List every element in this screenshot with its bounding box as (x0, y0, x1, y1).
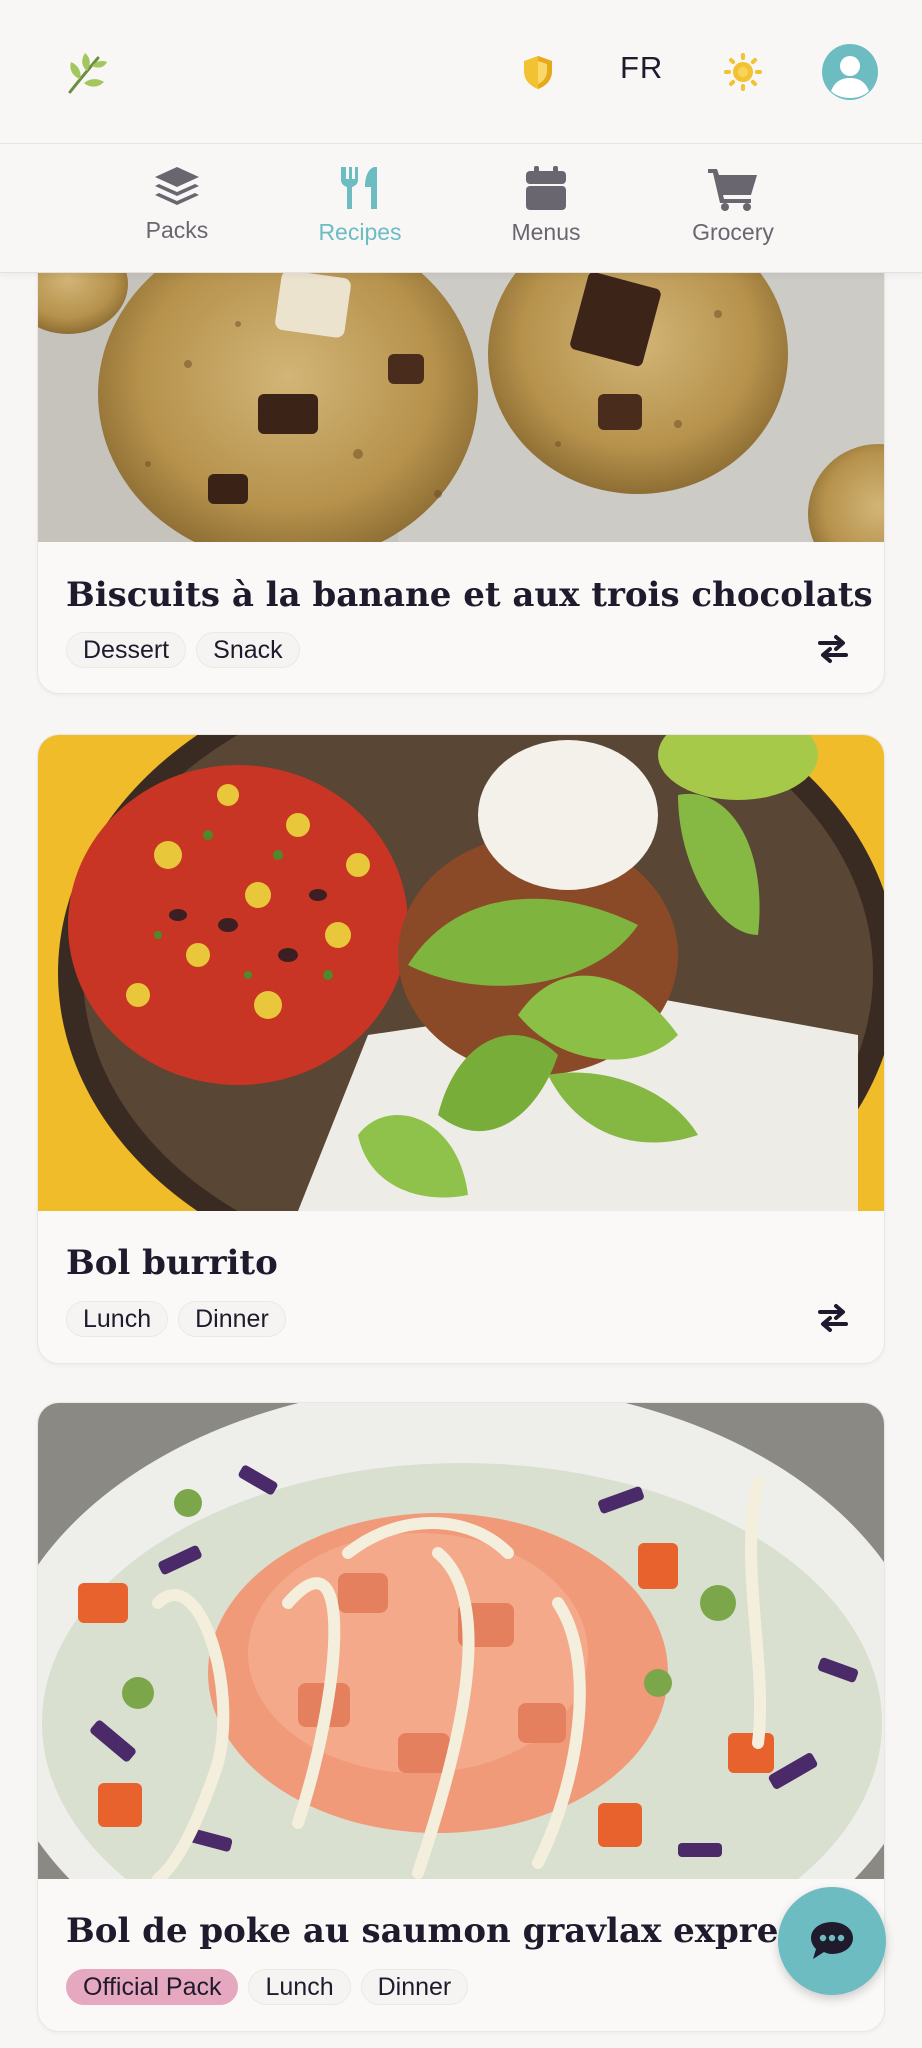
tag-chip: Lunch (66, 1301, 169, 1337)
tag-chip: Dinner (178, 1301, 286, 1337)
calendar-icon (526, 166, 566, 210)
recipe-card[interactable]: Bol burrito Lunch Dinner (37, 734, 885, 1364)
sun-icon[interactable] (723, 52, 763, 92)
nav-label-recipes: Recipes (318, 219, 402, 245)
recipe-title[interactable]: Bol de poke au saumon gravlax express (66, 1911, 817, 1951)
sprout-icon[interactable] (64, 48, 110, 96)
recipe-title[interactable]: Bol burrito (66, 1243, 278, 1283)
chat-button[interactable] (778, 1887, 886, 1995)
nav-label-menus: Menus (511, 219, 581, 245)
tag-chip: Dinner (360, 1969, 469, 2005)
recipe-card[interactable]: Bol de poke au saumon gravlax express Of… (37, 1402, 885, 2032)
recipe-title[interactable]: Biscuits à la banane et aux trois chocol… (66, 575, 873, 615)
nav-label-packs: Packs (145, 217, 209, 243)
recipe-tags: Dessert Snack (66, 632, 300, 668)
chat-bubble-icon (811, 1922, 853, 1959)
app-header: FR (0, 0, 922, 144)
recipe-feed[interactable]: Biscuits à la banane et aux trois chocol… (0, 273, 922, 2048)
official-pack-badge: Official Pack (66, 1969, 239, 2005)
burrito-bowl-photo[interactable] (38, 735, 884, 1211)
recipe-tags: Official Pack Lunch Dinner (66, 1969, 469, 2005)
nav-item-menus[interactable]: Menus (466, 165, 626, 246)
nav-label-grocery: Grocery (692, 219, 774, 245)
swap-icon[interactable] (816, 1303, 850, 1333)
main-nav: Packs Recipes Menus Grocery (0, 145, 922, 273)
tag-chip: Snack (196, 632, 300, 668)
language-toggle[interactable]: FR (620, 50, 663, 86)
tag-chip: Lunch (248, 1969, 351, 2005)
layers-icon (155, 167, 199, 205)
nav-item-recipes[interactable]: Recipes (280, 165, 440, 246)
user-avatar-icon (831, 56, 869, 98)
user-avatar[interactable] (822, 44, 878, 100)
tag-chip: Dessert (66, 632, 187, 668)
recipe-card[interactable]: Biscuits à la banane et aux trois chocol… (37, 273, 885, 694)
banana-chocolate-cookies-photo[interactable] (38, 273, 884, 542)
cart-icon (708, 169, 757, 211)
salmon-poke-bowl-photo[interactable] (38, 1403, 884, 1879)
recipe-tags: Lunch Dinner (66, 1301, 286, 1337)
shield-icon[interactable] (520, 54, 556, 90)
utensils-icon (341, 167, 377, 209)
swap-icon[interactable] (816, 634, 850, 664)
nav-item-grocery[interactable]: Grocery (653, 165, 813, 246)
nav-item-packs[interactable]: Packs (97, 165, 257, 244)
